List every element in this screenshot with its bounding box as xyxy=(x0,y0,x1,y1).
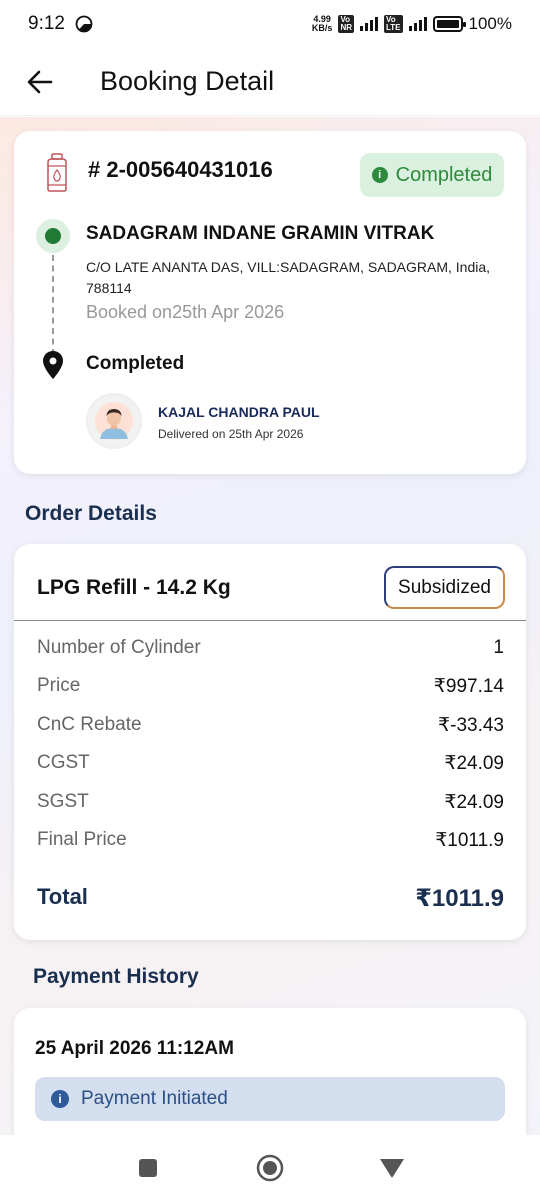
square-icon xyxy=(139,1158,157,1177)
avatar xyxy=(86,393,142,449)
order-details-card: LPG Refill - 14.2 Kg Subsidized Number o… xyxy=(14,544,526,940)
total-row: Total ₹1011.9 xyxy=(37,884,504,913)
price-row-value: ₹24.09 xyxy=(444,792,504,813)
person-avatar-icon xyxy=(95,402,133,440)
content-area[interactable]: # 2-005640431016 i Completed SADAGRAM IN… xyxy=(0,117,540,1135)
total-value: ₹1011.9 xyxy=(415,885,504,912)
home-button[interactable] xyxy=(255,1153,285,1183)
price-row-label: Final Price xyxy=(37,829,127,850)
price-row-label: Number of Cylinder xyxy=(37,637,201,658)
divider xyxy=(14,620,526,621)
price-row-cgst: CGST ₹24.09 xyxy=(37,752,504,775)
triangle-back-icon xyxy=(380,1158,404,1178)
subsidy-badge: Subsidized xyxy=(384,566,505,609)
signal-icon-2 xyxy=(408,17,427,31)
booking-card: # 2-005640431016 i Completed SADAGRAM IN… xyxy=(14,131,526,474)
timeline-start-dot xyxy=(36,219,70,253)
price-row-label: SGST xyxy=(37,791,89,812)
system-nav-bar xyxy=(0,1135,540,1200)
battery-level: 100% xyxy=(468,14,512,33)
vendor-address: C/O LATE ANANTA DAS, VILL:SADAGRAM, SADA… xyxy=(86,259,491,296)
delivery-person-name: KAJAL CHANDRA PAUL xyxy=(158,404,320,420)
price-row-rebate: CnC Rebate ₹-33.43 xyxy=(37,714,504,737)
payment-date: 25 April 2026 11:12AM xyxy=(35,1038,234,1059)
price-row-final: Final Price ₹1011.9 xyxy=(37,829,504,852)
price-row-label: CGST xyxy=(37,752,90,773)
gas-cylinder-icon xyxy=(47,153,67,192)
info-icon: i xyxy=(371,167,388,183)
price-row-sgst: SGST ₹24.09 xyxy=(37,791,504,814)
price-row-value: ₹-33.43 xyxy=(438,715,504,736)
volte-lte-icon: Vo LTE xyxy=(384,15,403,33)
timeline-connector xyxy=(52,255,54,355)
price-row-price: Price ₹997.14 xyxy=(37,675,504,698)
volte-icon: Vo NR xyxy=(338,15,354,33)
arrow-left-icon xyxy=(27,70,53,93)
price-row-value: ₹24.09 xyxy=(444,753,504,774)
delivered-on-date: Delivered on 25th Apr 2026 xyxy=(158,427,304,441)
location-pin-icon xyxy=(43,351,63,379)
data-saver-icon xyxy=(75,15,93,33)
info-icon: i xyxy=(51,1090,69,1108)
status-badge: i Completed xyxy=(360,153,504,197)
status-bar: 9:12 4.99 KB/s Vo NR Vo LTE 100% xyxy=(0,0,540,48)
back-button[interactable] xyxy=(20,62,60,102)
app-header: Booking Detail xyxy=(0,48,540,116)
delivery-status: Completed xyxy=(86,353,185,374)
status-badge-label: Completed xyxy=(395,163,493,186)
payment-status-banner: i Payment Initiated xyxy=(35,1077,505,1121)
signal-icon xyxy=(360,17,378,31)
battery-icon xyxy=(432,16,466,32)
page-title: Booking Detail xyxy=(100,66,275,96)
total-label: Total xyxy=(37,884,88,909)
price-row-label: Price xyxy=(37,675,81,696)
product-name: LPG Refill - 14.2 Kg xyxy=(37,576,231,599)
booked-on-date: Booked on25th Apr 2026 xyxy=(86,302,285,322)
circle-home-icon xyxy=(256,1154,284,1181)
price-row-cylinders: Number of Cylinder 1 xyxy=(37,637,504,659)
vendor-name: SADAGRAM INDANE GRAMIN VITRAK xyxy=(86,223,435,244)
price-row-value: 1 xyxy=(493,637,504,658)
price-row-label: CnC Rebate xyxy=(37,714,142,735)
back-nav-button[interactable] xyxy=(377,1153,407,1183)
price-row-value: ₹997.14 xyxy=(433,676,504,697)
net-speed: 4.99 KB/s xyxy=(311,14,333,33)
status-time: 9:12 xyxy=(28,13,65,34)
recents-button[interactable] xyxy=(133,1153,163,1183)
payment-history-title: Payment History xyxy=(33,965,199,988)
payment-history-card: 25 April 2026 11:12AM i Payment Initiate… xyxy=(14,1008,526,1135)
price-row-value: ₹1011.9 xyxy=(435,830,504,851)
payment-status-label: Payment Initiated xyxy=(81,1088,228,1109)
booking-id: # 2-005640431016 xyxy=(88,157,273,182)
order-details-title: Order Details xyxy=(25,502,157,525)
